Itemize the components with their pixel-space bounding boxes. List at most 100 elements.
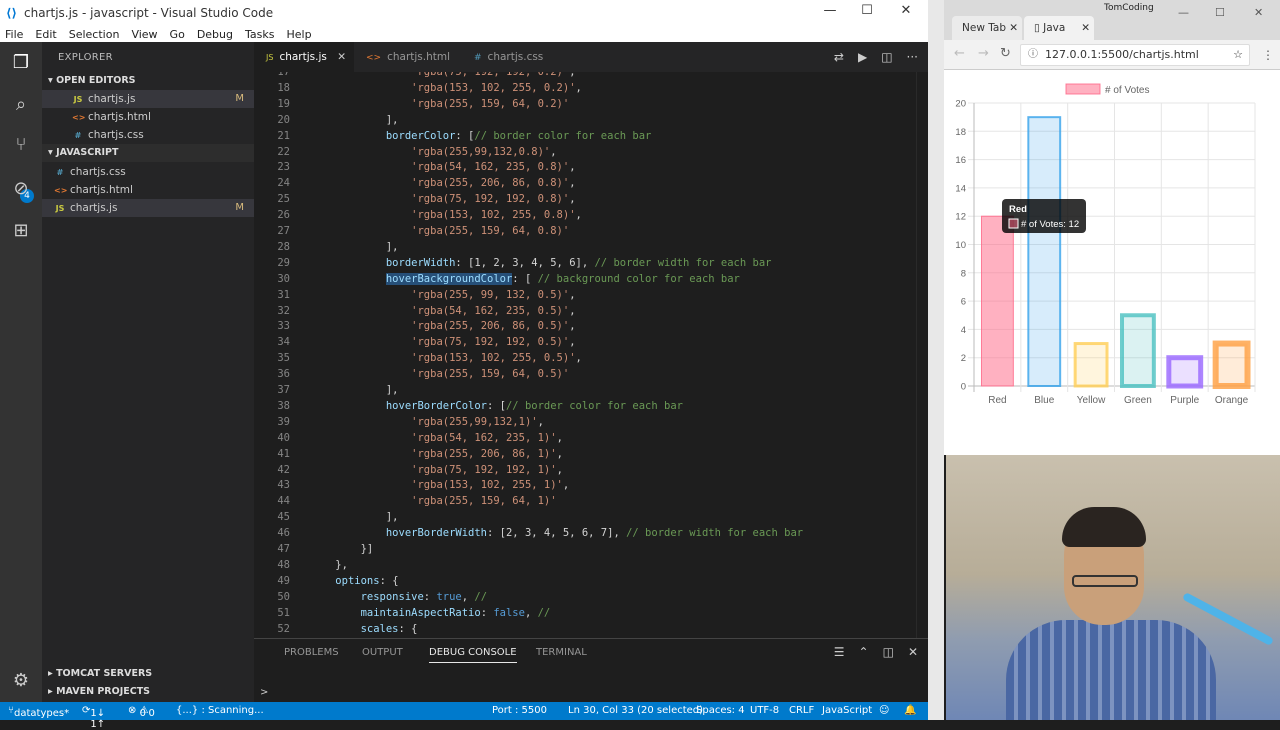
forward-icon[interactable]: → — [978, 46, 989, 61]
menu-view[interactable]: View — [131, 28, 157, 41]
tab-output[interactable]: OUTPUT — [362, 647, 403, 658]
browser-minimize-button[interactable]: — — [1178, 6, 1189, 19]
code-editor[interactable]: 17 'rgba(75, 192, 192, 0.2)', 18 'rgba(15… — [254, 72, 928, 638]
settings-gear-icon[interactable]: ⚙ — [8, 668, 34, 694]
close-tab-icon[interactable]: ✕ — [1009, 16, 1018, 40]
editor-scrollbar[interactable] — [916, 72, 928, 638]
editor-tabs: JS chartjs.js ✕ <> chartjs.html # chartjs.cs… — [254, 42, 928, 72]
problems-status[interactable]: ⊗ 0 ⚠ 0 — [128, 705, 155, 719]
bar-yellow[interactable] — [1073, 342, 1109, 388]
code-line: ], — [310, 384, 399, 396]
open-editor-item[interactable]: <> chartjs.html — [42, 108, 254, 126]
profile-name[interactable]: TomCoding — [1104, 3, 1154, 13]
bar-chart[interactable]: 0 2 4 6 8 10 12 14 16 18 20 Red Blue Yellow Green Purpl… — [944, 70, 1280, 455]
close-tab-icon[interactable]: ✕ — [1081, 16, 1090, 40]
explorer-icon[interactable]: ❐ — [8, 50, 34, 76]
search-icon[interactable]: ⌕ — [8, 92, 34, 118]
back-icon[interactable]: ← — [954, 46, 965, 61]
line-number: 21 — [277, 129, 290, 142]
open-editor-item[interactable]: # chartjs.css — [42, 126, 254, 144]
run-icon[interactable]: ▶ — [858, 50, 867, 64]
tab-chartjs-js[interactable]: JS chartjs.js ✕ — [254, 42, 354, 72]
line-number: 25 — [277, 193, 290, 206]
panel-actions: ☰ ⌃ ◫ ✕ — [834, 645, 918, 659]
branch-status[interactable]: ⑂ datatypes* — [8, 705, 69, 719]
sync-status[interactable]: ⟳ 1↓ 1↑ — [82, 705, 105, 730]
open-editor-item[interactable]: JS chartjs.js M — [42, 90, 254, 108]
y-tick-label: 10 — [955, 240, 966, 251]
menu-file[interactable]: File — [5, 28, 23, 41]
close-button[interactable]: ✕ — [891, 3, 921, 23]
toggle-panel-icon[interactable]: ◫ — [883, 645, 894, 659]
address-bar[interactable]: ⓘ 127.0.0.1:5500/chartjs.html ☆ — [1020, 44, 1250, 66]
cursor-position[interactable]: Ln 30, Col 33 (20 selected) — [568, 705, 703, 716]
close-panel-icon[interactable]: ✕ — [908, 645, 918, 659]
site-info-icon[interactable]: ⓘ — [1028, 45, 1038, 65]
language-status[interactable]: JavaScript — [822, 705, 872, 716]
menu-tasks[interactable]: Tasks — [245, 28, 274, 41]
clear-console-icon[interactable]: ☰ — [834, 645, 845, 659]
console-prompt[interactable]: > — [260, 687, 268, 698]
tomcat-servers-header[interactable]: ▸ TOMCAT SERVERS — [42, 665, 254, 683]
feedback-icon[interactable]: ☺ — [879, 705, 889, 716]
line-number: 30 — [277, 272, 290, 285]
bar-orange[interactable] — [1212, 340, 1251, 389]
browser-close-button[interactable]: ✕ — [1254, 6, 1263, 19]
tab-label: chartjs.js — [279, 51, 327, 63]
menu-edit[interactable]: Edit — [35, 28, 56, 41]
bar-purple[interactable] — [1166, 355, 1204, 389]
open-changes-icon[interactable]: ⇄ — [834, 50, 844, 64]
maximize-button[interactable]: ☐ — [852, 3, 882, 23]
tab-chartjs-html[interactable]: <> chartjs.html — [354, 42, 462, 72]
code-line: 'rgba(54, 162, 235, 0.5)', — [411, 304, 576, 317]
menu-debug[interactable]: Debug — [197, 28, 233, 41]
file-item[interactable]: <> chartjs.html — [42, 181, 254, 199]
menu-selection[interactable]: Selection — [69, 28, 120, 41]
tab-problems[interactable]: PROBLEMS — [284, 647, 339, 658]
folder-header[interactable]: ▾ JAVASCRIPT — [42, 144, 254, 162]
encoding-status[interactable]: UTF-8 — [750, 705, 779, 716]
notifications-icon[interactable]: 🔔 — [904, 705, 916, 716]
bar-blue[interactable] — [1027, 116, 1062, 388]
x-tick-label: Red — [988, 395, 1006, 406]
file-item[interactable]: # chartjs.css — [42, 163, 254, 181]
reload-icon[interactable]: ↻ — [1000, 46, 1011, 61]
debug-icon[interactable]: ⊘ — [8, 176, 34, 202]
bookmark-star-icon[interactable]: ☆ — [1233, 45, 1243, 65]
line-number: 36 — [277, 368, 290, 381]
split-editor-icon[interactable]: ◫ — [881, 50, 892, 64]
browser-tab-new[interactable]: New Tab ✕ — [952, 16, 1022, 40]
code-line: 'rgba(153, 102, 255, 0.8)', — [411, 209, 582, 222]
browser-menu-icon[interactable]: ⋮ — [1262, 48, 1274, 62]
eol-status[interactable]: CRLF — [789, 705, 814, 716]
line-number: 31 — [277, 288, 290, 301]
file-name: chartjs.css — [88, 129, 144, 141]
menu-go[interactable]: Go — [170, 28, 185, 41]
open-editors-header[interactable]: ▾ OPEN EDITORS — [42, 72, 254, 90]
tab-terminal[interactable]: TERMINAL — [536, 647, 587, 658]
file-item[interactable]: JS chartjs.js M — [42, 199, 254, 217]
line-number: 47 — [277, 543, 290, 555]
more-actions-icon[interactable]: ··· — [907, 50, 918, 64]
bar-green[interactable] — [1119, 313, 1156, 388]
indentation-status[interactable]: Spaces: 4 — [696, 705, 745, 716]
tab-debug-console[interactable]: DEBUG CONSOLE — [429, 647, 517, 663]
browser-tab-active[interactable]: ▯ Java ✕ — [1024, 16, 1094, 40]
line-number: 48 — [277, 558, 290, 571]
port-status[interactable]: Port : 5500 — [492, 705, 547, 716]
maven-projects-header[interactable]: ▸ MAVEN PROJECTS — [42, 683, 254, 701]
menu-help[interactable]: Help — [286, 28, 311, 41]
extensions-icon[interactable]: ⊞ — [8, 218, 34, 244]
minimize-button[interactable]: — — [815, 3, 845, 23]
bar-red[interactable] — [980, 215, 1014, 387]
tab-title: Java — [1043, 22, 1066, 34]
tab-chartjs-css[interactable]: # chartjs.css — [462, 42, 562, 72]
line-number: 29 — [277, 256, 290, 269]
close-tab-icon[interactable]: ✕ — [337, 42, 346, 72]
source-control-icon[interactable]: ⑂ — [8, 132, 34, 158]
branch-name: datatypes* — [14, 708, 70, 719]
browser-maximize-button[interactable]: ☐ — [1215, 6, 1225, 19]
maximize-panel-icon[interactable]: ⌃ — [859, 645, 869, 659]
legend-swatch[interactable] — [1065, 83, 1101, 95]
open-editors-label: OPEN EDITORS — [56, 75, 136, 86]
